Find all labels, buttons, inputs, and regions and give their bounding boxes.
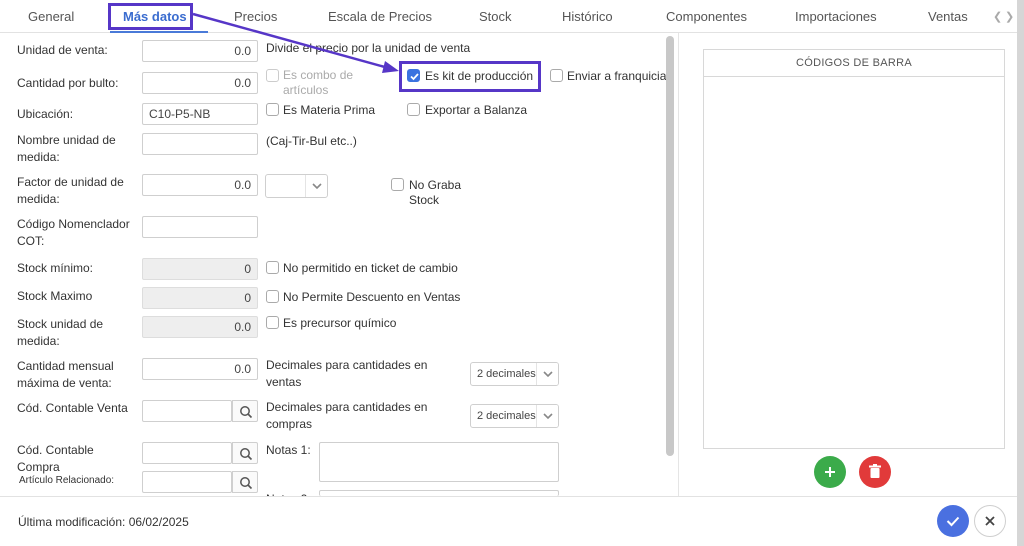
annotation-arrow-icon [192,12,399,73]
